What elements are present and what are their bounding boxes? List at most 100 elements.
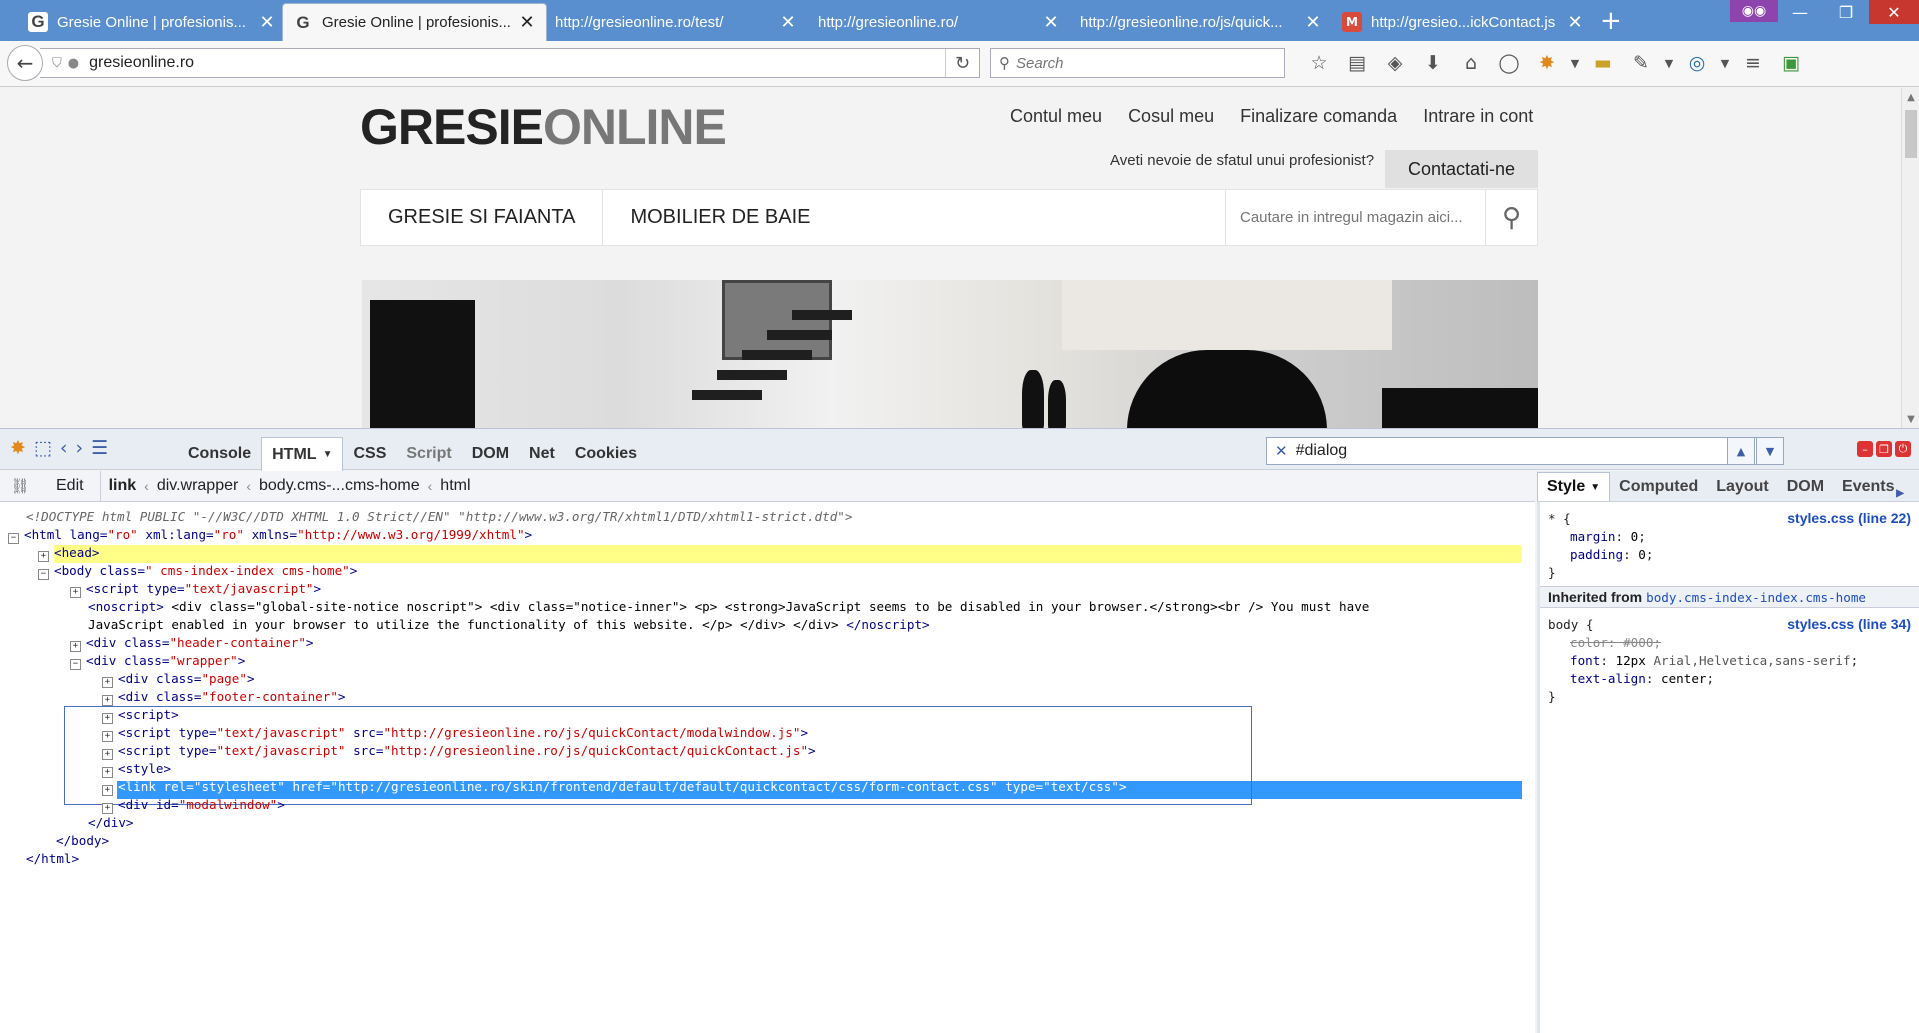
close-tab-icon[interactable]: ✕	[1042, 12, 1060, 33]
nav-gresie-si-faianta[interactable]: GRESIE SI FAIANTA	[361, 190, 604, 245]
tree-line-noscript[interactable]: <noscript> <div class="global-site-notic…	[88, 598, 1369, 616]
expand-toggle-icon[interactable]: +	[102, 677, 113, 688]
rule-body-source[interactable]: styles.css (line 34)	[1787, 616, 1911, 632]
close-tab-icon[interactable]: ✕	[779, 12, 797, 33]
firebug-search[interactable]: ✕ ▲ ▼	[1266, 437, 1784, 465]
search-icon[interactable]: ⚲	[1485, 190, 1537, 245]
minimize-icon[interactable]: —	[1777, 0, 1823, 24]
link-cosul-meu[interactable]: Cosul meu	[1128, 106, 1214, 127]
chevron-down-icon[interactable]: ▼	[1660, 49, 1678, 77]
panel-tab-console[interactable]: Console	[178, 437, 261, 471]
scrollbar-thumb[interactable]	[1905, 110, 1917, 158]
forward-icon[interactable]: ›	[75, 437, 83, 459]
collapse-toggle-icon[interactable]: −	[8, 533, 19, 544]
command-line-icon[interactable]: ☰	[91, 437, 108, 459]
side-tab-style[interactable]: Style ▼	[1537, 472, 1611, 501]
link-intrare-in-cont[interactable]: Intrare in cont	[1423, 106, 1533, 127]
rule-body-selector[interactable]: body {	[1548, 616, 1594, 634]
eyedropper-icon[interactable]: ✎	[1622, 49, 1660, 77]
prop-text-align[interactable]: text-align: center;	[1570, 670, 1714, 688]
close-tab-icon[interactable]: ✕	[258, 12, 276, 33]
prop-value-size[interactable]: 12px	[1616, 653, 1646, 668]
chevron-down-icon[interactable]: ▼	[1566, 49, 1584, 77]
crumb-link[interactable]: link	[101, 477, 145, 495]
expand-toggle-icon[interactable]: +	[70, 587, 81, 598]
firebug-close-icon[interactable]: ⏻	[1895, 441, 1911, 457]
panel-tab-net[interactable]: Net	[519, 437, 565, 471]
prop-value[interactable]: #000	[1623, 635, 1653, 650]
firebug-menu-icon[interactable]: ✸	[10, 437, 26, 459]
prop-font[interactable]: font: 12px Arial,Helvetica,sans-serif;	[1570, 652, 1858, 670]
tab-home[interactable]: http://gresieonline.ro/ ✕	[808, 3, 1070, 41]
chevron-down-icon[interactable]: ▼	[1716, 49, 1734, 77]
tree-line-script-modalwindow[interactable]: + <script type="text/javascript" src="htt…	[102, 724, 808, 742]
tab-gresie-2[interactable]: G Gresie Online | profesionis... ✕	[282, 3, 547, 41]
page-scrollbar[interactable]: ▲ ▼	[1901, 88, 1919, 428]
site-logo[interactable]: GRESIEONLINE	[360, 98, 727, 156]
web-search-input[interactable]	[1016, 54, 1256, 72]
reload-icon[interactable]: ↻	[945, 49, 979, 77]
crumb-html[interactable]: html	[432, 477, 478, 495]
panel-tab-dom[interactable]: DOM	[462, 437, 519, 471]
webdeveloper-icon[interactable]: ◎	[1678, 49, 1716, 77]
panel-tab-html[interactable]: HTML ▼	[261, 437, 344, 471]
expand-toggle-icon[interactable]: +	[70, 641, 81, 652]
tab-test[interactable]: http://gresieonline.ro/test/ ✕	[545, 3, 807, 41]
url-bar[interactable]: ⛉ ● gresieonline.ro ↻	[40, 48, 980, 78]
crumb-div-wrapper[interactable]: div.wrapper	[149, 477, 247, 495]
expand-toggle-icon[interactable]: +	[102, 767, 113, 778]
pocket-icon[interactable]: ◈	[1376, 49, 1414, 77]
expand-toggle-icon[interactable]: +	[38, 551, 49, 562]
prop-value[interactable]: center	[1661, 671, 1707, 686]
clear-search-icon[interactable]: ✕	[1275, 442, 1288, 460]
inherited-selector[interactable]: body.cms-index-index.cms-home	[1646, 590, 1866, 605]
crumb-body[interactable]: body.cms-...cms-home	[251, 477, 428, 495]
tree-line-script[interactable]: + <script type="text/javascript">	[70, 580, 321, 598]
panel-tab-css[interactable]: CSS	[343, 437, 396, 471]
prop-value[interactable]: 0	[1638, 547, 1646, 562]
tab-gresie-1[interactable]: G Gresie Online | profesionis... ✕	[18, 3, 286, 41]
chat-bubble-icon[interactable]: ◯	[1490, 49, 1528, 77]
back-icon[interactable]: ‹	[60, 437, 68, 459]
tab-quickcontact-js[interactable]: M http://gresieo...ickContact.js ✕	[1332, 3, 1594, 41]
expand-toggle-icon[interactable]: +	[102, 803, 113, 814]
window-close-icon[interactable]: ✕	[1869, 0, 1919, 24]
download-icon[interactable]: ⬇	[1414, 49, 1452, 77]
firebug-icon[interactable]: ✸	[1528, 49, 1566, 77]
firebug-minimize-icon[interactable]: –	[1857, 441, 1873, 457]
nav-mobilier-de-baie[interactable]: MOBILIER DE BAIE	[603, 190, 837, 245]
rule-universal-selector[interactable]: * {	[1548, 510, 1571, 528]
url-input[interactable]: gresieonline.ro	[89, 54, 194, 72]
side-tab-dom[interactable]: DOM	[1778, 472, 1833, 501]
tree-line-html[interactable]: − <html lang="ro" xml:lang="ro" xmlns="ht…	[8, 526, 532, 544]
web-search-box[interactable]: ⚲	[990, 48, 1285, 78]
edit-button[interactable]: Edit	[40, 470, 101, 502]
close-tab-icon[interactable]: ✕	[1304, 12, 1322, 33]
restore-icon[interactable]: ❐	[1823, 0, 1869, 24]
shield-icon[interactable]: ⛉	[52, 56, 62, 71]
tree-line-link-selected[interactable]: + <link rel="stylesheet" href="http://gre…	[102, 778, 1127, 796]
close-tab-icon[interactable]: ✕	[518, 12, 536, 33]
tree-line-footer-container[interactable]: + <div class="footer-container">	[102, 688, 346, 706]
collapse-toggle-icon[interactable]: −	[38, 569, 49, 580]
inspect-element-icon[interactable]: ⬚	[34, 437, 52, 459]
expand-toggle-icon[interactable]: +	[102, 713, 113, 724]
tree-line-wrapper[interactable]: − <div class="wrapper">	[70, 652, 245, 670]
prop-margin[interactable]: margin: 0;	[1570, 528, 1646, 546]
tree-line-header-container[interactable]: + <div class="header-container">	[70, 634, 314, 652]
extension-m-icon[interactable]: ▣	[1772, 49, 1810, 77]
expand-toggle-icon[interactable]: +	[102, 785, 113, 796]
tree-line-script-2[interactable]: + <script>	[102, 706, 179, 724]
bookmark-star-icon[interactable]: ☆	[1300, 49, 1338, 77]
new-tab-icon[interactable]: +	[1600, 7, 1622, 35]
close-tab-icon[interactable]: ✕	[1566, 12, 1584, 33]
tree-line-style[interactable]: + <style>	[102, 760, 171, 778]
site-identity-icon[interactable]: ●	[68, 56, 79, 71]
prop-padding[interactable]: padding: 0;	[1570, 546, 1653, 564]
prop-value-family[interactable]: Arial,Helvetica,sans-serif	[1653, 653, 1850, 668]
side-tab-computed[interactable]: Computed	[1610, 472, 1707, 501]
panel-tab-cookies[interactable]: Cookies	[565, 437, 647, 471]
scroll-down-icon[interactable]: ▼	[1902, 410, 1919, 428]
firebug-search-input[interactable]	[1295, 442, 1676, 460]
reading-list-icon[interactable]: ▤	[1338, 49, 1376, 77]
